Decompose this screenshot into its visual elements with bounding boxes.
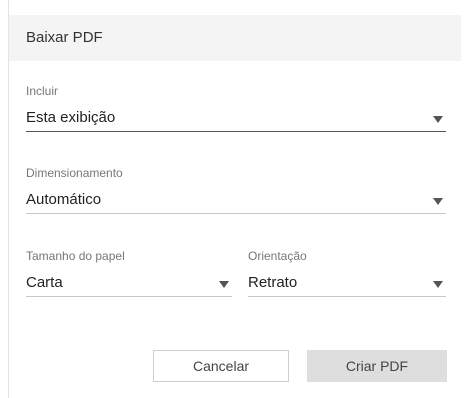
scaling-label: Dimensionamento	[26, 166, 123, 180]
paper-size-select-value: Carta	[26, 274, 63, 291]
scaling-select[interactable]: Automático	[26, 188, 446, 214]
scaling-select-value: Automático	[26, 191, 102, 208]
scaling-field: Dimensionamento Automático	[26, 166, 446, 216]
include-label: Incluir	[26, 84, 59, 98]
dialog-header: Baixar PDF	[9, 15, 461, 61]
paper-size-label: Tamanho do papel	[26, 249, 125, 263]
cancel-button[interactable]: Cancelar	[153, 350, 289, 382]
dialog-title: Baixar PDF	[26, 29, 103, 46]
orientation-select-value: Retrato	[248, 274, 298, 291]
caret-down-icon	[219, 281, 229, 288]
download-pdf-dialog: Baixar PDF Incluir Esta exibição Dimensi…	[8, 0, 461, 398]
orientation-select-underline	[248, 296, 446, 297]
include-select[interactable]: Esta exibição	[26, 106, 446, 132]
caret-down-icon	[433, 281, 443, 288]
paper-size-select-underline	[26, 296, 232, 297]
paper-size-field: Tamanho do papel Carta	[26, 249, 232, 299]
paper-size-select[interactable]: Carta	[26, 271, 232, 297]
include-field: Incluir Esta exibição	[26, 84, 446, 134]
caret-down-icon	[433, 116, 443, 123]
orientation-field: Orientação Retrato	[248, 249, 446, 299]
include-select-value: Esta exibição	[26, 109, 116, 126]
scaling-select-underline	[26, 213, 446, 214]
include-select-underline	[26, 131, 446, 132]
orientation-select[interactable]: Retrato	[248, 271, 446, 297]
orientation-label: Orientação	[248, 249, 307, 263]
caret-down-icon	[433, 198, 443, 205]
create-pdf-button[interactable]: Criar PDF	[307, 350, 447, 382]
